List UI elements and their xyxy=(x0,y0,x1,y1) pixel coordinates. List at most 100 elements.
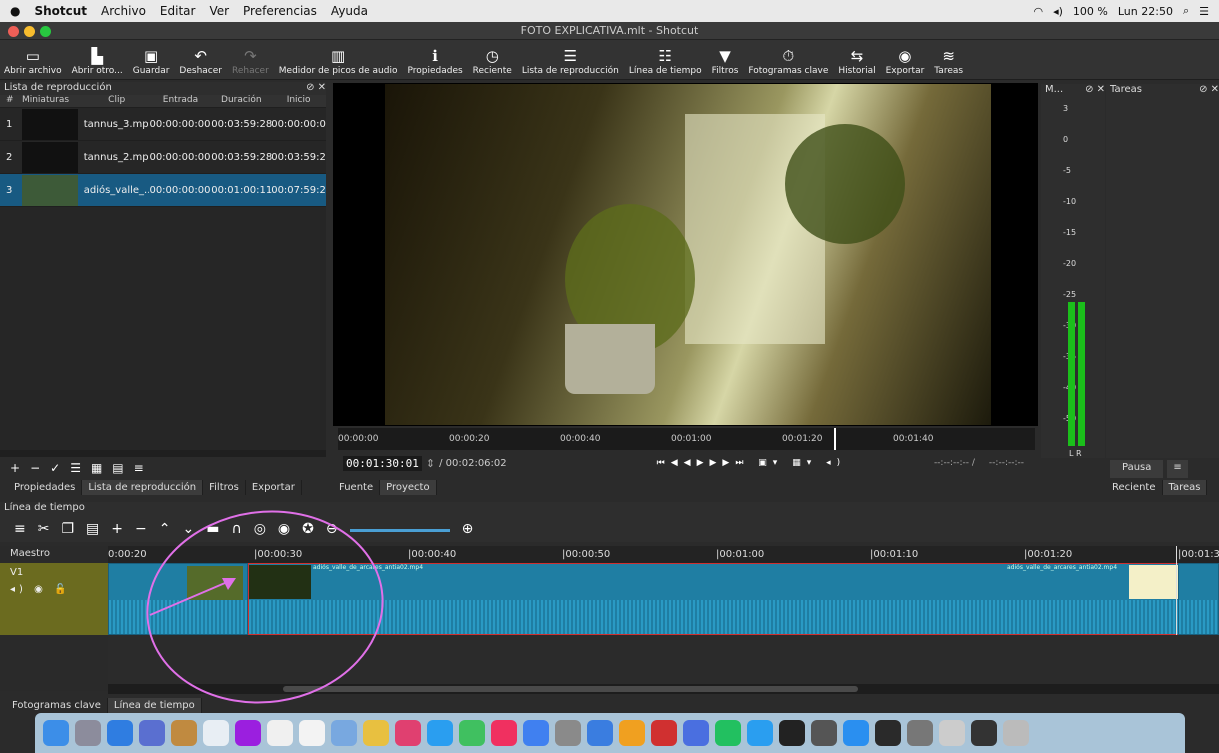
tasks-float-close-icon[interactable]: ⊘ ✕ xyxy=(1199,84,1219,97)
toolbar-button-12[interactable]: ⇆ Historial xyxy=(838,46,875,76)
col-in[interactable]: Entrada xyxy=(150,95,212,107)
timecode-field[interactable]: 00:01:30:01 xyxy=(343,455,422,471)
timeline-clip-1[interactable] xyxy=(108,563,248,635)
split-icon[interactable]: ▬ xyxy=(206,521,219,537)
dock-app-icon[interactable] xyxy=(843,720,869,746)
tab-tareas[interactable]: Tareas xyxy=(1162,480,1208,495)
table-row[interactable]: 3 adiós_valle_... 00:00:00:00 00:01:00:11 00… xyxy=(0,174,326,207)
pause-button[interactable]: Pausa xyxy=(1110,460,1164,478)
tab-reciente[interactable]: Reciente xyxy=(1106,480,1163,495)
menu-editar[interactable]: Editar xyxy=(160,4,196,18)
viewer-playhead[interactable] xyxy=(834,428,836,450)
check-icon[interactable]: ✓ xyxy=(50,461,60,475)
transport-controls[interactable]: ⏮◀◀▶▶▶⏭ ▣▾ ▦▾ ◂) xyxy=(657,458,846,468)
dock-app-icon[interactable] xyxy=(395,720,421,746)
tab-exportar[interactable]: Exportar xyxy=(245,480,302,495)
clock[interactable]: Lun 22:50 xyxy=(1118,5,1173,18)
lift-icon[interactable]: ⌃ xyxy=(159,521,171,537)
volume-icon[interactable]: ◂) xyxy=(1053,5,1063,18)
zoom-window-icon[interactable] xyxy=(40,26,51,37)
tab-fuente[interactable]: Fuente xyxy=(333,480,381,495)
ripple-all-icon[interactable]: ✪ xyxy=(302,521,314,537)
timeline-menu-icon[interactable]: ≡ xyxy=(14,521,26,537)
col-number[interactable]: # xyxy=(0,95,22,107)
dock-app-icon[interactable] xyxy=(331,720,357,746)
dock-app-icon[interactable] xyxy=(907,720,933,746)
scrub-icon[interactable]: ◎ xyxy=(254,521,266,537)
col-start[interactable]: Inicio xyxy=(271,95,326,107)
dock-app-icon[interactable] xyxy=(139,720,165,746)
wifi-icon[interactable]: ◠ xyxy=(1033,5,1043,18)
snap-icon[interactable]: ∩ xyxy=(231,521,241,537)
tab-proyecto[interactable]: Proyecto xyxy=(380,480,437,495)
menu-archivo[interactable]: Archivo xyxy=(101,4,146,18)
notification-center-icon[interactable]: ☰ xyxy=(1199,5,1209,18)
dock-app-icon[interactable] xyxy=(683,720,709,746)
viewer-ruler[interactable]: 00:00:00 00:00:20 00:00:40 00:01:00 00:01:20… xyxy=(338,428,1035,450)
zoom-slider[interactable] xyxy=(349,528,450,532)
toolbar-button-0[interactable]: ▭ Abrir archivo xyxy=(4,46,62,76)
dock-app-icon[interactable] xyxy=(971,720,997,746)
menu-preferencias[interactable]: Preferencias xyxy=(243,4,317,18)
dock-app-icon[interactable] xyxy=(523,720,549,746)
overwrite-icon[interactable]: ⌄ xyxy=(182,521,194,537)
timeline-scrollbar[interactable] xyxy=(108,684,1219,694)
tab-propiedades[interactable]: Propiedades xyxy=(8,480,83,495)
table-row[interactable]: 1 tannus_3.mp4 00:00:00:00 00:03:59:28 00:00… xyxy=(0,108,326,141)
icons-view-icon[interactable]: ▤ xyxy=(112,461,123,475)
toolbar-button-6[interactable]: ℹ Propiedades xyxy=(407,46,462,76)
dock-app-icon[interactable] xyxy=(75,720,101,746)
table-row[interactable]: 2 tannus_2.mp4 00:00:00:00 00:03:59:28 00:03… xyxy=(0,141,326,174)
toolbar-button-4[interactable]: ↷ Rehacer xyxy=(232,46,269,76)
playlist-scrollbar[interactable] xyxy=(0,450,326,457)
tiles-view-icon[interactable]: ▦ xyxy=(91,461,102,475)
apple-menu-icon[interactable]: ● xyxy=(10,4,20,18)
toolbar-button-10[interactable]: ▼ Filtros xyxy=(712,46,739,76)
dock-app-icon[interactable] xyxy=(555,720,581,746)
cut-icon[interactable]: ✂ xyxy=(38,521,50,537)
panel-float-close-icon[interactable]: ⊘ ✕ xyxy=(306,82,326,95)
toolbar-button-7[interactable]: ◷ Reciente xyxy=(473,46,512,76)
timeline-clip-2[interactable]: adiós_valle_de_arcares_antia02.mp4 adiós… xyxy=(248,563,1188,635)
toolbar-button-9[interactable]: ☷ Línea de tiempo xyxy=(629,46,702,76)
dock-app-icon[interactable] xyxy=(875,720,901,746)
col-clip[interactable]: Clip xyxy=(84,95,150,107)
remove-icon[interactable]: − xyxy=(30,461,40,475)
dock-app-icon[interactable] xyxy=(587,720,613,746)
track-v1-header[interactable]: V1 ◂) ◉ 🔓 xyxy=(0,563,108,635)
menu-ayuda[interactable]: Ayuda xyxy=(331,4,368,18)
zoom-out-icon[interactable]: ⊖ xyxy=(326,521,338,537)
app-menu[interactable]: Shotcut xyxy=(34,4,87,18)
timeline-ruler[interactable]: 0:00:20 |00:00:30 |00:00:40 |00:00:50 |00:01… xyxy=(108,546,1219,563)
dock-app-icon[interactable] xyxy=(299,720,325,746)
dock-app-icon[interactable] xyxy=(811,720,837,746)
paste-icon[interactable]: ▤ xyxy=(86,521,99,537)
meter-float-close-icon[interactable]: ⊘ ✕ xyxy=(1085,84,1105,97)
col-thumbnails[interactable]: Miniaturas xyxy=(22,95,84,107)
append-icon[interactable]: + xyxy=(111,521,123,537)
toolbar-button-11[interactable]: ⏱ Fotogramas clave xyxy=(748,46,828,76)
dock-app-icon[interactable] xyxy=(491,720,517,746)
tab-keyframes[interactable]: Fotogramas clave xyxy=(6,698,108,713)
dock-app-icon[interactable] xyxy=(107,720,133,746)
toolbar-button-13[interactable]: ◉ Exportar xyxy=(886,46,925,76)
dock-app-icon[interactable] xyxy=(171,720,197,746)
add-icon[interactable]: + xyxy=(10,461,20,475)
dock-app-icon[interactable] xyxy=(779,720,805,746)
col-duration[interactable]: Duración xyxy=(211,95,271,107)
dock-app-icon[interactable] xyxy=(363,720,389,746)
zoom-in-icon[interactable]: ⊕ xyxy=(462,521,474,537)
toolbar-button-14[interactable]: ≋ Tareas xyxy=(934,46,963,76)
dock-app-icon[interactable] xyxy=(203,720,229,746)
dock-app-icon[interactable] xyxy=(235,720,261,746)
minimize-window-icon[interactable] xyxy=(24,26,35,37)
ripple-icon[interactable]: ◉ xyxy=(278,521,290,537)
dock-app-icon[interactable] xyxy=(459,720,485,746)
tasks-menu-icon[interactable]: ≡ xyxy=(1167,460,1188,478)
dock-app-icon[interactable] xyxy=(939,720,965,746)
timeline-clip-3[interactable] xyxy=(1178,563,1219,635)
dock-app-icon[interactable] xyxy=(43,720,69,746)
tab-playlist[interactable]: Lista de reproducción xyxy=(82,480,204,495)
track-controls[interactable]: ◂) ◉ 🔓 xyxy=(10,584,98,595)
dock-app-icon[interactable] xyxy=(619,720,645,746)
